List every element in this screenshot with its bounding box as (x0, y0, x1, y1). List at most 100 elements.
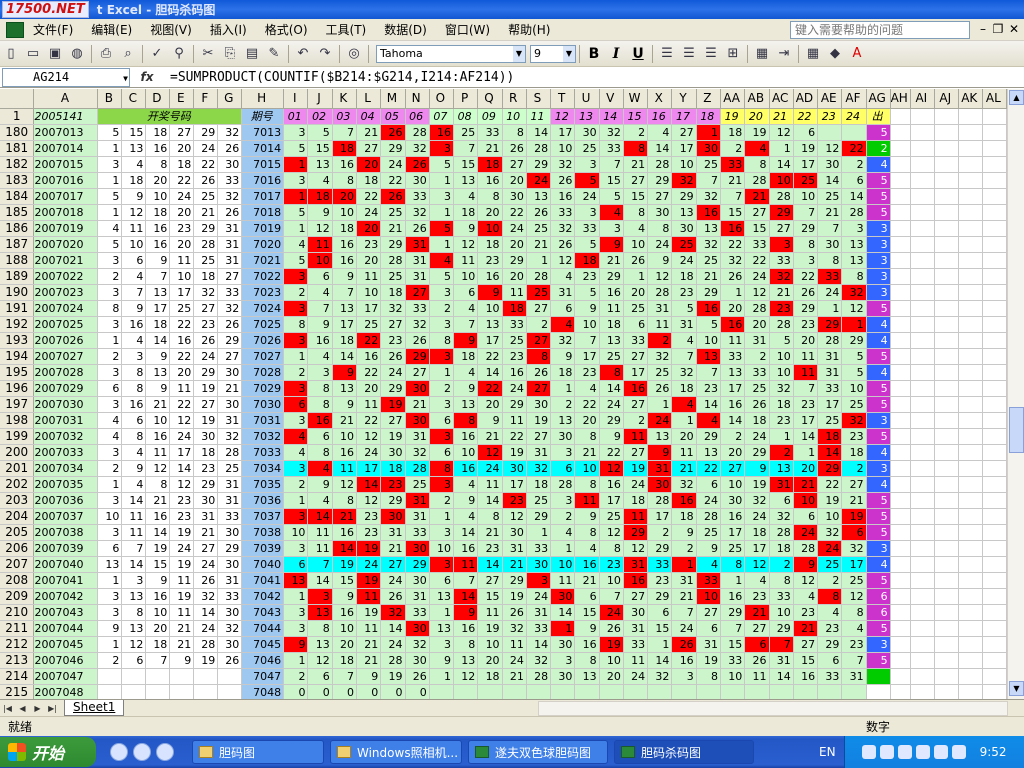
cell[interactable] (958, 572, 983, 589)
cell-winning-number[interactable]: 14 (193, 604, 219, 621)
cell-period[interactable]: 2007038 (33, 524, 99, 541)
cell-hit-count[interactable]: 6 (866, 588, 891, 605)
cell-missing-number[interactable]: 18 (332, 220, 357, 237)
cell-missing-number[interactable]: 18 (599, 316, 624, 333)
fill-color-icon[interactable]: ◆ (825, 44, 845, 64)
cell-missing-number[interactable]: 2 (647, 524, 673, 541)
cell-issue[interactable]: 7027 (241, 348, 285, 365)
cell-missing-number[interactable]: 21 (356, 652, 382, 669)
cell-missing-number[interactable]: 12 (307, 652, 333, 669)
cell-missing-number[interactable]: 22 (356, 188, 382, 205)
cell-missing-number[interactable]: 30 (647, 476, 673, 493)
cell-winning-number[interactable]: 24 (169, 188, 195, 205)
cell-missing-number[interactable]: 2 (429, 380, 455, 397)
cell-missing-number[interactable]: 32 (526, 652, 552, 669)
cell-missing-number[interactable]: 9 (453, 332, 479, 349)
cell-missing-number[interactable]: 14 (332, 348, 357, 365)
cell-hit-count[interactable]: 4 (866, 556, 891, 573)
cell-missing-number[interactable]: 14 (477, 556, 503, 573)
cell-period[interactable]: 2007019 (33, 220, 99, 237)
cell-missing-number[interactable]: 28 (769, 316, 794, 333)
cell-missing-number[interactable]: 8 (332, 172, 357, 189)
cell-missing-number[interactable]: 6 (429, 572, 455, 589)
cell-winning-number[interactable]: 15 (145, 556, 171, 573)
cell-number-header[interactable]: 13 (574, 108, 600, 125)
cell-winning-number[interactable]: 15 (121, 124, 147, 141)
cell-missing-number[interactable]: 10 (550, 140, 576, 157)
cell[interactable] (982, 220, 1007, 237)
cell-missing-number[interactable] (841, 124, 867, 141)
cell-missing-number[interactable]: 13 (453, 172, 479, 189)
cell-missing-number[interactable]: 7 (841, 652, 867, 669)
cell-missing-number[interactable]: 12 (841, 300, 867, 317)
cell-missing-number[interactable]: 11 (574, 492, 600, 509)
cell-missing-number[interactable]: 33 (769, 252, 794, 269)
cell-missing-number[interactable]: 31 (671, 572, 697, 589)
cell-missing-number[interactable]: 4 (453, 508, 479, 525)
cell-missing-number[interactable]: 6 (307, 268, 333, 285)
cell-missing-number[interactable] (793, 684, 819, 699)
cell-missing-number[interactable]: 29 (744, 444, 770, 461)
cell-winning-number[interactable]: 16 (169, 332, 195, 349)
cell-missing-number[interactable]: 11 (356, 620, 382, 637)
cell[interactable] (934, 124, 959, 141)
paste-icon[interactable]: ▤ (242, 44, 262, 64)
cell-hit-count[interactable]: 4 (866, 316, 891, 333)
cell-missing-number[interactable]: 25 (453, 124, 479, 141)
cell-missing-number[interactable]: 16 (671, 492, 697, 509)
cell-missing-number[interactable]: 16 (696, 204, 721, 221)
cell-winning-number[interactable]: 3 (97, 524, 123, 541)
cell-missing-number[interactable]: 32 (380, 604, 406, 621)
cell-missing-number[interactable]: 2 (671, 540, 697, 557)
cell-winning-number[interactable] (121, 668, 147, 685)
cell-missing-number[interactable]: 12 (599, 460, 624, 477)
cell-missing-number[interactable]: 20 (599, 668, 624, 685)
cell-missing-number[interactable]: 8 (720, 556, 746, 573)
cell-period[interactable]: 2007027 (33, 348, 99, 365)
cell-missing-number[interactable]: 3 (429, 428, 455, 445)
cell-missing-number[interactable]: 4 (647, 124, 673, 141)
cell-missing-number[interactable]: 2 (283, 668, 309, 685)
cell-winning-number[interactable]: 27 (193, 300, 219, 317)
cell-missing-number[interactable]: 27 (526, 300, 552, 317)
row-header[interactable]: 1 (0, 108, 35, 125)
row-header[interactable]: 215 (0, 684, 35, 699)
cell-issue[interactable]: 7023 (241, 284, 285, 301)
cell-missing-number[interactable]: 1 (550, 540, 576, 557)
worksheet-grid[interactable]: A B C D E F G H I J K L M N O P Q R S T U V W X Y Z AA AB AC AD AE AF AG… (0, 89, 1007, 699)
cell[interactable] (958, 540, 983, 557)
cell-missing-number[interactable]: 33 (720, 652, 746, 669)
row-header[interactable]: 193 (0, 332, 35, 349)
cell-missing-number[interactable]: 16 (307, 332, 333, 349)
cell-winning-number[interactable]: 7 (121, 540, 147, 557)
cell-missing-number[interactable]: 32 (550, 220, 576, 237)
cell-missing-number[interactable]: 16 (793, 668, 819, 685)
cell-missing-number[interactable]: 33 (550, 204, 576, 221)
cell-missing-number[interactable]: 29 (793, 300, 819, 317)
cell-missing-number[interactable] (769, 684, 794, 699)
cell-missing-number[interactable]: 20 (356, 220, 382, 237)
cell-number-header[interactable]: 10 (502, 108, 527, 125)
cell-missing-number[interactable]: 18 (332, 332, 357, 349)
cell-missing-number[interactable]: 7 (599, 588, 624, 605)
cell-missing-number[interactable]: 21 (671, 588, 697, 605)
cell-missing-number[interactable]: 18 (307, 188, 333, 205)
cell-missing-number[interactable]: 10 (720, 668, 746, 685)
row-header[interactable]: 194 (0, 348, 35, 365)
cell-missing-number[interactable]: 27 (744, 204, 770, 221)
cell-missing-number[interactable]: 4 (307, 492, 333, 509)
cell[interactable] (958, 396, 983, 413)
cell-missing-number[interactable]: 16 (671, 652, 697, 669)
cell-missing-number[interactable]: 18 (841, 444, 867, 461)
cell-missing-number[interactable]: 2 (283, 364, 309, 381)
cell-winning-number[interactable]: 24 (169, 540, 195, 557)
cell[interactable] (890, 108, 911, 125)
cell-missing-number[interactable]: 2 (720, 140, 746, 157)
cell-missing-number[interactable] (599, 684, 624, 699)
cell-missing-number[interactable]: 31 (817, 348, 843, 365)
row-header[interactable]: 189 (0, 268, 35, 285)
cell-missing-number[interactable]: 21 (356, 636, 382, 653)
cell-issue[interactable]: 7024 (241, 300, 285, 317)
cell-winning-number[interactable]: 33 (217, 284, 243, 301)
row-header[interactable]: 209 (0, 588, 35, 605)
